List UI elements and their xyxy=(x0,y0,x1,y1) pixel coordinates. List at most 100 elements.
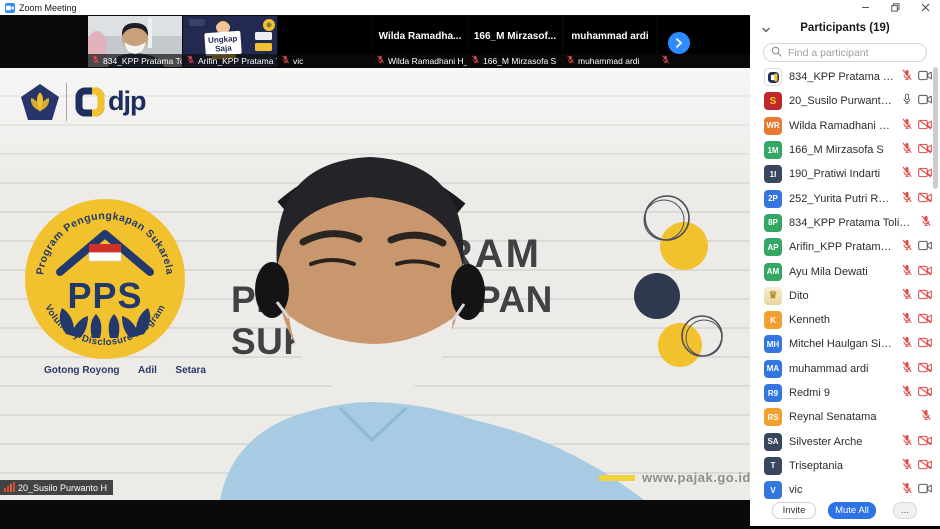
video-thumbnail[interactable]: 834_KPP Pratama Toli... xyxy=(88,16,182,67)
next-page-button[interactable] xyxy=(668,32,690,54)
camera-off-icon xyxy=(918,190,932,208)
tagline-item: Adil xyxy=(138,365,157,376)
svg-text:Saja: Saja xyxy=(215,43,233,53)
search-input[interactable] xyxy=(786,46,919,60)
participant-row[interactable]: MAmuhammad ardi xyxy=(750,357,933,381)
participant-row[interactable]: 1I190_Pratiwi Indarti xyxy=(750,162,933,186)
invite-button[interactable]: Invite xyxy=(772,502,816,519)
thumbnail-name-label: 834_KPP Pratama Toli... xyxy=(88,54,182,67)
muted-mic-icon xyxy=(901,165,913,183)
kemenkeu-logo xyxy=(20,83,60,123)
thumbnail-display-name: muhammad ardi xyxy=(563,31,657,42)
muted-mic-icon xyxy=(566,55,575,66)
participant-name: Ayu Mila Dewati xyxy=(789,266,894,278)
participant-row[interactable]: 1M166_M Mirzasofa S xyxy=(750,138,933,162)
participants-panel: Participants (19) 834_KPP Pratama To... … xyxy=(750,15,940,526)
camera-off-icon xyxy=(918,360,932,378)
muted-mic-icon xyxy=(376,55,385,66)
camera-on-icon xyxy=(918,92,932,110)
participant-name: Kenneth xyxy=(789,314,894,326)
camera-off-icon xyxy=(918,433,932,451)
zoom-app-icon xyxy=(5,3,15,13)
pps-logo: Program Pengungkapan Sukarela Voluntary … xyxy=(14,184,196,381)
participant-status-icons xyxy=(901,287,932,305)
participant-name: 166_M Mirzasofa S xyxy=(789,144,894,156)
muted-mic-icon xyxy=(901,190,913,208)
avatar: MA xyxy=(764,360,782,378)
decorative-circles xyxy=(634,196,722,367)
speaker-name-text: 20_Susilo Purwanto H xyxy=(18,483,107,493)
thumbnail-name-label xyxy=(658,54,750,67)
minimize-button[interactable] xyxy=(850,0,880,15)
avatar xyxy=(764,68,782,86)
video-thumbnail[interactable]: 166_M Mirzasof...166_M Mirzasofa S xyxy=(468,16,562,67)
participant-name: 190_Pratiwi Indarti xyxy=(789,168,894,180)
tagline-item: Setara xyxy=(175,365,206,376)
participant-row[interactable]: R9Redmi 9 xyxy=(750,381,933,405)
participant-status-icons xyxy=(920,214,932,232)
pps-acronym: PPS xyxy=(67,275,142,316)
thumbnail-display-name: Wilda Ramadha... xyxy=(373,31,467,42)
search-box[interactable] xyxy=(763,43,927,62)
thumbnail-name-label: muhammad ardi xyxy=(563,54,657,67)
muted-mic-icon xyxy=(901,384,913,402)
participants-title: Participants (19) xyxy=(800,22,889,34)
mute-all-button[interactable]: Mute All xyxy=(828,502,876,519)
watermark-pencil-graphic xyxy=(599,475,635,481)
participant-status-icons xyxy=(901,190,932,208)
chevron-down-icon[interactable] xyxy=(761,22,771,40)
camera-off-icon xyxy=(918,457,932,475)
camera-off-icon xyxy=(918,165,932,183)
muted-mic-icon xyxy=(901,457,913,475)
participant-name: 20_Susilo Purwanto H (Co-host) xyxy=(789,95,894,107)
scrollbar-thumb[interactable] xyxy=(933,67,938,189)
participant-row[interactable]: SASilvester Arche xyxy=(750,429,933,453)
muted-mic-icon xyxy=(661,55,670,66)
avatar: ♛ xyxy=(764,287,782,305)
more-options-button[interactable]: ... xyxy=(893,502,917,519)
muted-mic-icon xyxy=(186,55,195,66)
close-button[interactable] xyxy=(910,0,940,15)
participant-name: Arifin_KPP Pratama Tolitoli xyxy=(789,241,894,253)
participant-list: 834_KPP Pratama To... (Host, me) S20_Susi… xyxy=(750,65,933,502)
participant-row[interactable]: S20_Susilo Purwanto H (Co-host) xyxy=(750,89,933,113)
participant-row[interactable]: AM Ayu Mila Dewati xyxy=(750,259,933,283)
participant-name: Dito xyxy=(789,290,894,302)
logo-divider xyxy=(66,83,67,121)
participant-row[interactable]: 2P252_Yurita Putri Rahmasari xyxy=(750,186,933,210)
participant-row[interactable]: APArifin_KPP Pratama Tolitoli xyxy=(750,235,933,259)
participant-row[interactable]: 8P834_KPP Pratama Toli Toli_2 xyxy=(750,211,933,235)
participant-row[interactable]: ♛ Dito xyxy=(750,284,933,308)
participant-name: Redmi 9 xyxy=(789,387,894,399)
video-thumbnail[interactable]: Ungkap Saja Arifin_KPP Pratama T... xyxy=(183,16,277,67)
thumbnail-name-label: vic xyxy=(278,54,372,67)
watermark-text: www.pajak.go.id xyxy=(642,470,750,485)
participant-name: vic xyxy=(789,484,894,496)
participant-name: Reynal Senatama xyxy=(789,411,913,423)
video-thumbnail[interactable]: muhammad ardi muhammad ardi xyxy=(563,16,657,67)
participant-row[interactable]: RSReynal Senatama xyxy=(750,405,933,429)
avatar: T xyxy=(764,457,782,475)
avatar: AM xyxy=(764,263,782,281)
restore-button[interactable] xyxy=(880,0,910,15)
participant-row[interactable]: WRWilda Ramadhani H_... (Co-host) xyxy=(750,114,933,138)
participant-row[interactable]: KKenneth xyxy=(750,308,933,332)
video-thumbnail[interactable]: Wilda Ramadha... Wilda Ramadhani H_... xyxy=(373,16,467,67)
participant-row[interactable]: Vvic xyxy=(750,478,933,502)
muted-mic-icon xyxy=(920,408,932,426)
participant-row[interactable]: MHMitchel Haulgan Siallagan xyxy=(750,332,933,356)
video-thumbnail[interactable]: vic xyxy=(278,16,372,67)
speaker-name-label: 20_Susilo Purwanto H xyxy=(0,480,113,495)
participant-status-icons xyxy=(901,360,932,378)
thumbnail-name-label: Wilda Ramadhani H_... xyxy=(373,54,467,67)
participant-name: Mitchel Haulgan Siallagan xyxy=(789,338,894,350)
participant-status-icons xyxy=(901,165,932,183)
avatar: 8P xyxy=(764,214,782,232)
participant-row[interactable]: TTriseptania xyxy=(750,454,933,478)
participant-name: 834_KPP Pratama To... (Host, me) xyxy=(789,71,894,83)
participant-row[interactable]: 834_KPP Pratama To... (Host, me) xyxy=(750,65,933,89)
avatar: WR xyxy=(764,117,782,135)
participant-status-icons xyxy=(901,68,932,86)
muted-mic-icon xyxy=(901,335,913,353)
active-speaker-video[interactable]: PROGRAM PENGUNGKAPAN SUKARELA xyxy=(0,68,750,500)
